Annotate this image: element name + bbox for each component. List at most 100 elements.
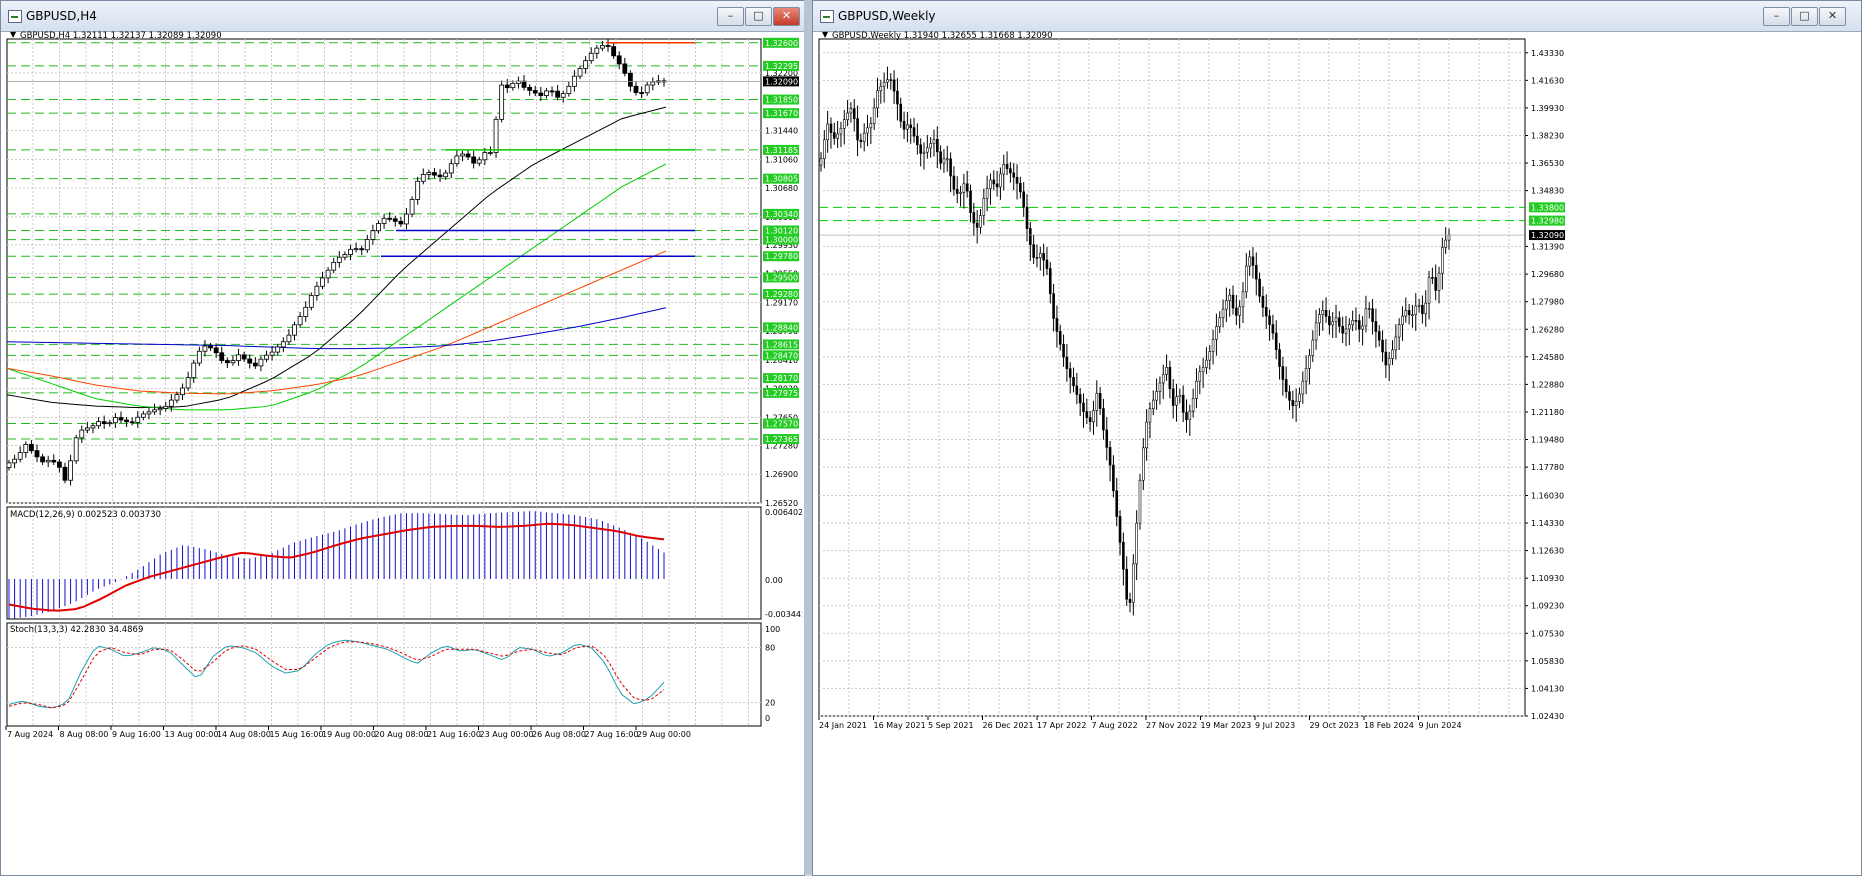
price-tick-label: 1.43330 — [1531, 49, 1564, 58]
candle-body — [130, 422, 134, 423]
candle-body — [1328, 316, 1330, 325]
candle-body — [1225, 301, 1227, 310]
candle-body — [1312, 340, 1314, 355]
candle-body — [830, 124, 832, 133]
h4-window-titlebar[interactable]: GBPUSD,H4 – □ ✕ — [1, 1, 804, 32]
macd-histogram-bar — [456, 515, 457, 579]
candle-body — [827, 124, 829, 140]
candle-body — [449, 164, 453, 173]
level-label: 1.32980 — [1531, 217, 1564, 226]
candle-body — [843, 120, 845, 129]
candle-body — [1265, 307, 1267, 316]
time-axis-label: 17 Apr 2022 — [1037, 721, 1086, 730]
candle-body — [913, 128, 915, 137]
candle-body — [1119, 517, 1121, 543]
candle-body — [989, 180, 991, 189]
time-axis-label: 5 Sep 2021 — [928, 721, 974, 730]
candle-body — [321, 278, 325, 286]
candle-body — [1086, 412, 1088, 418]
candle-body — [950, 159, 952, 176]
weekly-window-titlebar[interactable]: GBPUSD,Weekly – □ ✕ — [813, 1, 1861, 32]
candle-body — [477, 160, 481, 163]
minimize-button[interactable]: – — [717, 7, 744, 26]
candle-body — [63, 467, 67, 480]
price-tick-label: 1.07530 — [1531, 629, 1564, 638]
candle-body — [18, 453, 22, 460]
level-label: 1.30805 — [765, 175, 798, 184]
macd-histogram-bar — [619, 528, 620, 579]
price-tick-label: 1.26280 — [1531, 325, 1564, 334]
candle-body — [970, 191, 972, 212]
macd-histogram-bar — [445, 514, 446, 579]
candle-body — [953, 176, 955, 189]
maximize-button[interactable]: □ — [745, 7, 772, 26]
level-label: 1.33800 — [1531, 203, 1564, 212]
price-tick-label: 1.24580 — [1531, 353, 1564, 362]
macd-histogram-bar — [193, 547, 194, 579]
macd-histogram-bar — [636, 536, 637, 579]
macd-histogram-bar — [104, 579, 105, 587]
macd-histogram-bar — [641, 538, 642, 579]
candle-body — [956, 189, 958, 193]
time-axis-label: 26 Dec 2021 — [983, 721, 1034, 730]
close-button[interactable]: ✕ — [1819, 7, 1846, 26]
h4-chart-canvas[interactable]: 1.322001.314401.310601.306801.303001.299… — [1, 31, 802, 874]
candle-body — [963, 184, 965, 193]
candle-body — [1073, 377, 1075, 386]
price-tick-label: 1.27980 — [1531, 298, 1564, 307]
candle-body — [69, 461, 73, 480]
macd-histogram-bar — [216, 552, 217, 579]
candle-body — [1076, 386, 1078, 395]
time-axis-label: 13 Aug 00:00 — [165, 730, 219, 739]
candle-body — [1445, 240, 1447, 247]
candle-body — [388, 218, 392, 219]
candle-body — [1325, 310, 1327, 316]
price-tick-label: 1.02430 — [1531, 712, 1564, 721]
weekly-chart-canvas[interactable]: 1.433301.416301.399301.382301.365301.348… — [813, 31, 1859, 874]
candle-body — [1235, 308, 1237, 315]
candle-body — [102, 422, 106, 424]
candle-body — [1298, 394, 1300, 401]
candle-body — [1375, 322, 1377, 332]
chart-window-icon — [8, 10, 22, 23]
level-label: 1.30120 — [765, 227, 798, 236]
level-label: 1.31850 — [765, 96, 798, 105]
time-axis-label: 14 Aug 08:00 — [217, 730, 271, 739]
price-tick-label: 1.34830 — [1531, 187, 1564, 196]
candle-body — [1136, 523, 1138, 564]
time-axis-label: 29 Oct 2023 — [1310, 721, 1359, 730]
minimize-button[interactable]: – — [1763, 7, 1790, 26]
candle-body — [1089, 418, 1091, 422]
candle-body — [973, 213, 975, 223]
candle-body — [930, 144, 932, 148]
candle-body — [472, 157, 476, 163]
candle-body — [840, 128, 842, 134]
candle-body — [1275, 333, 1277, 349]
candle-body — [600, 45, 604, 48]
candle-body — [550, 91, 554, 92]
candle-body — [1392, 350, 1394, 359]
candle-body — [276, 347, 280, 352]
candle-body — [119, 418, 123, 420]
macd-histogram-bar — [468, 515, 469, 579]
candle-body — [1182, 395, 1184, 412]
macd-histogram-bar — [473, 515, 474, 579]
candle-body — [1205, 360, 1207, 367]
candle-body — [1146, 422, 1148, 448]
close-button[interactable]: ✕ — [773, 7, 800, 26]
window-splitter[interactable] — [804, 0, 812, 874]
candle-body — [1249, 257, 1251, 266]
weekly-chart-window[interactable]: GBPUSD,Weekly – □ ✕ 1.433301.416301.3993… — [812, 0, 1862, 876]
maximize-button[interactable]: □ — [1791, 7, 1818, 26]
candle-body — [1302, 381, 1304, 394]
candle-body — [158, 408, 162, 409]
candle-body — [1365, 309, 1367, 326]
macd-histogram-bar — [31, 579, 32, 616]
candle-body — [197, 351, 201, 363]
h4-chart-window[interactable]: GBPUSD,H4 – □ ✕ 1.322001.314401.310601.3… — [0, 0, 805, 876]
candle-body — [1212, 339, 1214, 351]
macd-histogram-bar — [238, 557, 239, 579]
candle-body — [1358, 321, 1360, 330]
candle-body — [354, 249, 358, 250]
candle-body — [108, 423, 112, 424]
